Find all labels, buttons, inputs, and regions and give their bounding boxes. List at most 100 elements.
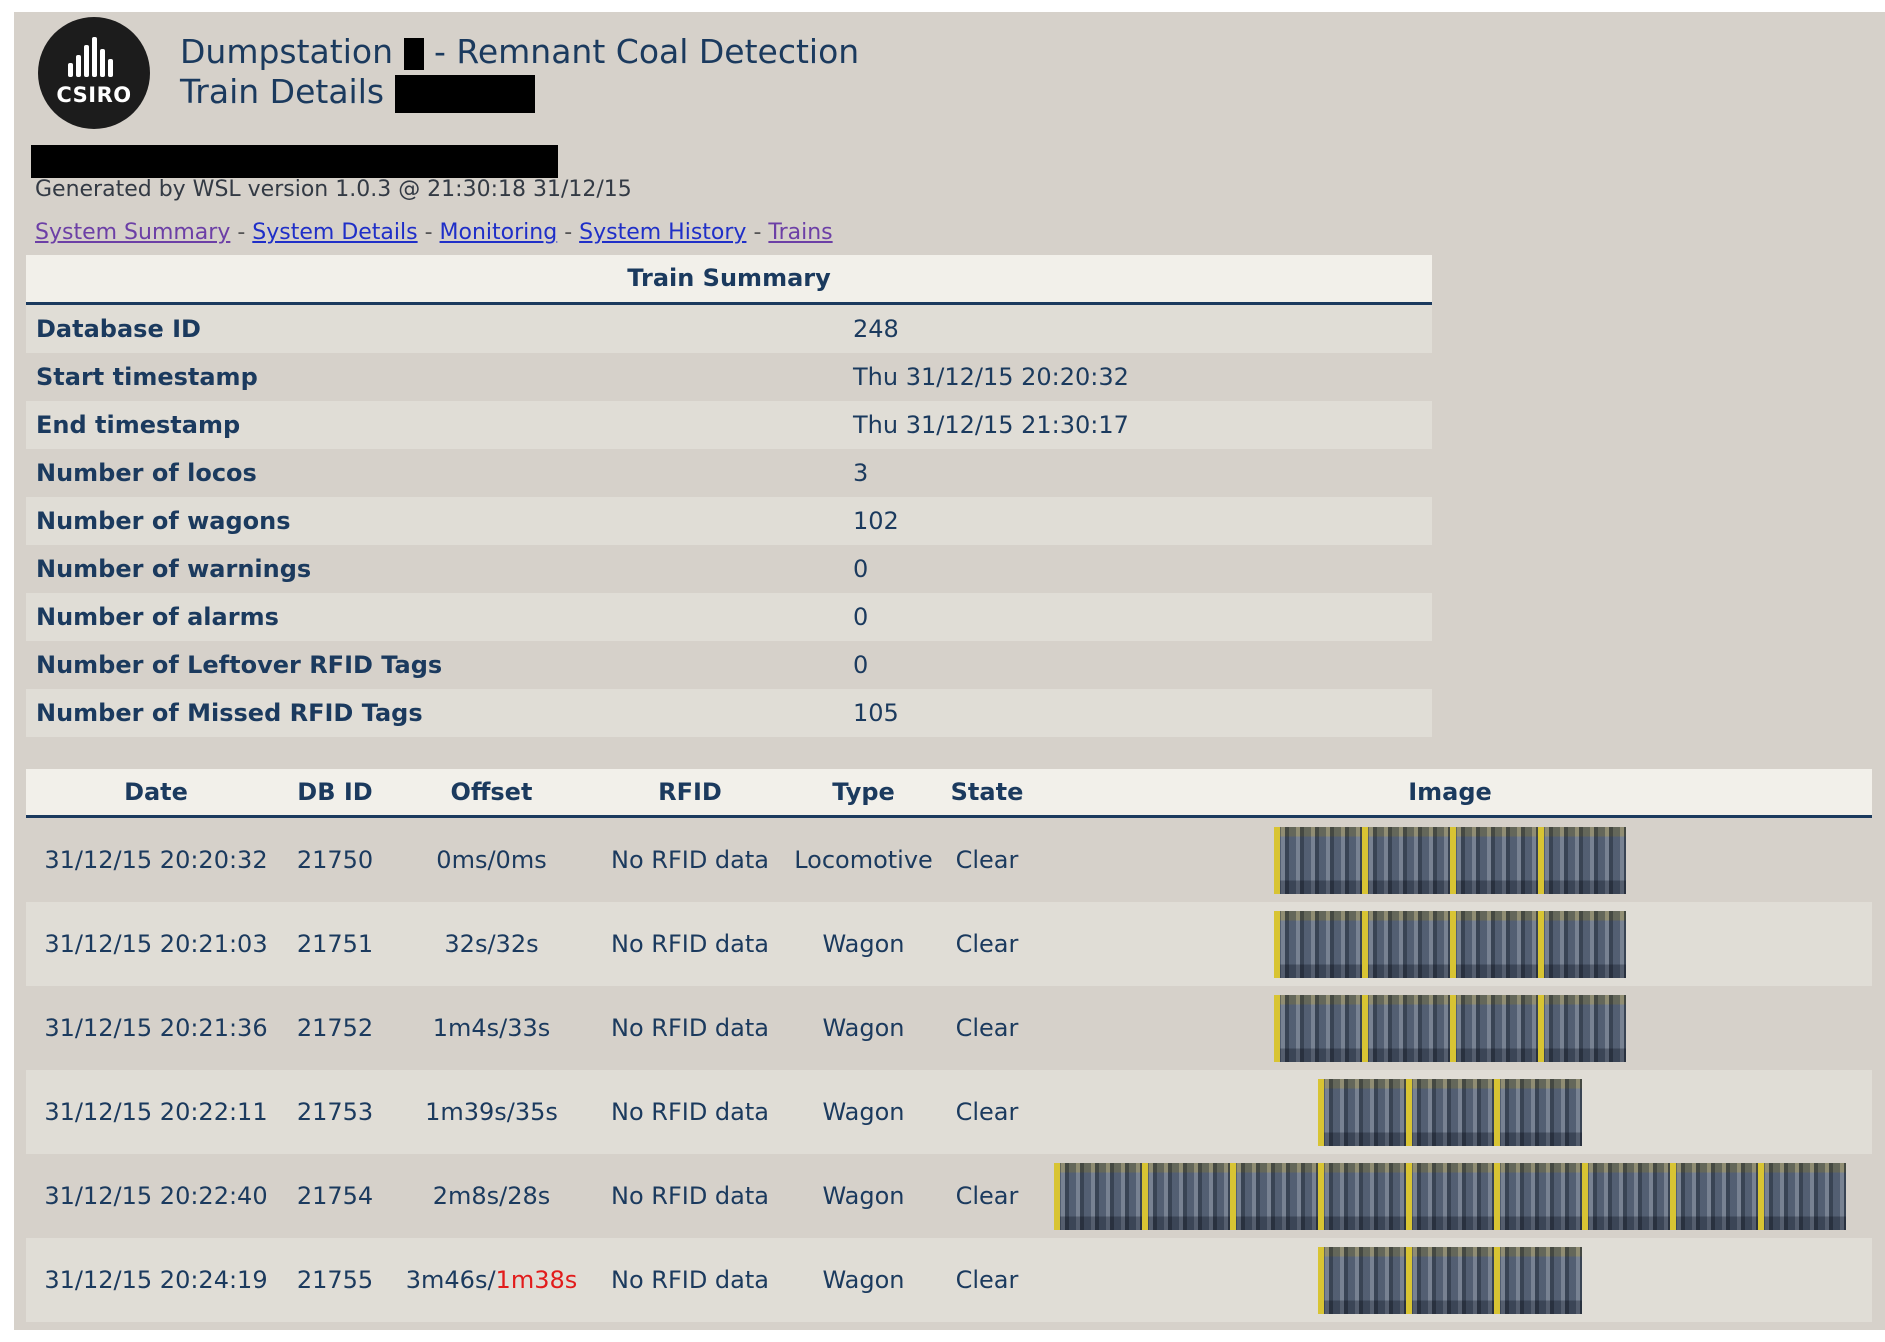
nav-separator: -	[230, 220, 253, 245]
wagon-image-tile[interactable]	[1142, 1162, 1230, 1230]
cell-type: Locomotive	[794, 846, 933, 874]
wagon-image-tile[interactable]	[1318, 1246, 1406, 1314]
nav-link-system-details[interactable]: System Details	[252, 220, 417, 245]
summary-label: Number of locos	[36, 459, 257, 487]
summary-value: 102	[853, 507, 899, 535]
wagon-image-tile[interactable]	[1318, 1162, 1406, 1230]
table-row: 31/12/15 20:22:11 21753 1m39s/35s No RFID d…	[26, 1070, 1872, 1154]
cell-offset: 32s/32s	[384, 930, 599, 958]
offset-total: 1m39s	[425, 1098, 507, 1126]
cell-date: 31/12/15 20:21:03	[44, 930, 268, 958]
offset-delta: 35s	[514, 1098, 558, 1126]
table-row: 31/12/15 20:21:03 21751 32s/32s No RFID dat…	[26, 902, 1872, 986]
wagon-image-tile[interactable]	[1406, 1078, 1494, 1146]
wagon-image[interactable]	[1028, 826, 1872, 894]
cell-type: Wagon	[822, 1182, 905, 1210]
wagon-image-tile[interactable]	[1582, 1162, 1670, 1230]
summary-label: Number of Leftover RFID Tags	[36, 651, 443, 679]
cell-state: Clear	[955, 1098, 1019, 1126]
wagon-image-tile[interactable]	[1362, 994, 1450, 1062]
summary-label: Number of wagons	[36, 507, 291, 535]
wagon-image-tile[interactable]	[1450, 910, 1538, 978]
wagon-image-tile[interactable]	[1274, 994, 1362, 1062]
wagon-image-tile[interactable]	[1494, 1162, 1582, 1230]
cell-type: Wagon	[822, 930, 905, 958]
summary-value: 0	[853, 603, 869, 631]
column-header-offset: Offset	[450, 778, 533, 806]
cell-offset: 1m39s/35s	[384, 1098, 599, 1126]
summary-title: Train Summary	[26, 255, 1432, 305]
page: CSIRO Dumpstation - Remnant Coal Detecti…	[14, 12, 1885, 1330]
wagon-image-tile[interactable]	[1230, 1162, 1318, 1230]
nav-separator: -	[557, 220, 580, 245]
offset-delta: 33s	[507, 1014, 551, 1042]
column-header-rfid: RFID	[658, 778, 722, 806]
nav-link-system-history[interactable]: System History	[579, 220, 746, 245]
wagon-image-tile[interactable]	[1450, 826, 1538, 894]
offset-total: 1m4s	[432, 1014, 500, 1042]
nav-separator: -	[417, 220, 440, 245]
wagon-image[interactable]	[1028, 910, 1872, 978]
summary-value: 0	[853, 651, 869, 679]
wagon-image-tile[interactable]	[1318, 1078, 1406, 1146]
wagon-image[interactable]	[1028, 1078, 1872, 1146]
wagon-image-tile[interactable]	[1450, 994, 1538, 1062]
redaction	[31, 145, 558, 178]
wagon-image-tile[interactable]	[1274, 826, 1362, 894]
summary-row: Number of Missed RFID Tags 105	[26, 689, 1432, 737]
cell-offset: 3m46s/1m38s	[384, 1266, 599, 1294]
wagon-image-tile[interactable]	[1362, 826, 1450, 894]
wagon-image-tile[interactable]	[1274, 910, 1362, 978]
cell-date: 31/12/15 20:22:40	[44, 1182, 268, 1210]
summary-value: Thu 31/12/15 20:20:32	[853, 363, 1129, 391]
wagon-table: Date DB ID Offset RFID Type State Image 31/12/…	[26, 769, 1872, 1322]
cell-date: 31/12/15 20:22:11	[44, 1098, 268, 1126]
page-subtitle: Train Details	[180, 72, 535, 113]
summary-row: Database ID 248	[26, 305, 1432, 353]
wagon-image-tile[interactable]	[1406, 1246, 1494, 1314]
wagon-image[interactable]	[1028, 994, 1872, 1062]
nav-link-monitoring[interactable]: Monitoring	[440, 220, 558, 245]
wagon-image-tile[interactable]	[1538, 826, 1626, 894]
summary-value: 248	[853, 315, 899, 343]
nav-link-system-summary[interactable]: System Summary	[35, 220, 230, 245]
summary-label: Start timestamp	[36, 363, 258, 391]
summary-value: Thu 31/12/15 21:30:17	[853, 411, 1129, 439]
wagon-image-tile[interactable]	[1538, 994, 1626, 1062]
offset-total: 2m8s	[432, 1182, 500, 1210]
wagon-image[interactable]	[1028, 1162, 1872, 1230]
page-title: Dumpstation - Remnant Coal Detection	[180, 32, 859, 71]
offset-total: 0ms	[436, 846, 488, 874]
wagon-table-header: Date DB ID Offset RFID Type State Image	[26, 769, 1872, 818]
summary-value: 0	[853, 555, 869, 583]
table-row: 31/12/15 20:24:19 21755 3m46s/1m38s No RFID…	[26, 1238, 1872, 1322]
wagon-image[interactable]	[1028, 1246, 1872, 1314]
offset-separator: /	[487, 930, 496, 958]
cell-dbid: 21754	[296, 1182, 374, 1210]
wagon-image-tile[interactable]	[1758, 1162, 1846, 1230]
cell-rfid: No RFID data	[611, 930, 769, 958]
summary-label: Number of warnings	[36, 555, 312, 583]
logo-bars-icon	[68, 37, 120, 77]
summary-row: Start timestamp Thu 31/12/15 20:20:32	[26, 353, 1432, 401]
cell-dbid: 21753	[296, 1098, 374, 1126]
wagon-image-tile[interactable]	[1406, 1162, 1494, 1230]
column-header-date: Date	[124, 778, 188, 806]
nav-link-trains[interactable]: Trains	[768, 220, 832, 245]
wagon-image-tile[interactable]	[1494, 1246, 1582, 1314]
wagon-image-tile[interactable]	[1538, 910, 1626, 978]
csiro-logo: CSIRO	[38, 17, 150, 129]
title-prefix: Dumpstation	[180, 32, 393, 71]
wagon-image-tile[interactable]	[1362, 910, 1450, 978]
column-header-db-id: DB ID	[297, 778, 373, 806]
cell-offset: 1m4s/33s	[384, 1014, 599, 1042]
summary-label: Database ID	[36, 315, 201, 343]
title-suffix: - Remnant Coal Detection	[434, 32, 860, 71]
offset-delta: 28s	[507, 1182, 551, 1210]
summary-value: 3	[853, 459, 869, 487]
summary-row: Number of wagons 102	[26, 497, 1432, 545]
wagon-image-tile[interactable]	[1670, 1162, 1758, 1230]
wagon-image-tile[interactable]	[1054, 1162, 1142, 1230]
summary-row: Number of warnings 0	[26, 545, 1432, 593]
wagon-image-tile[interactable]	[1494, 1078, 1582, 1146]
